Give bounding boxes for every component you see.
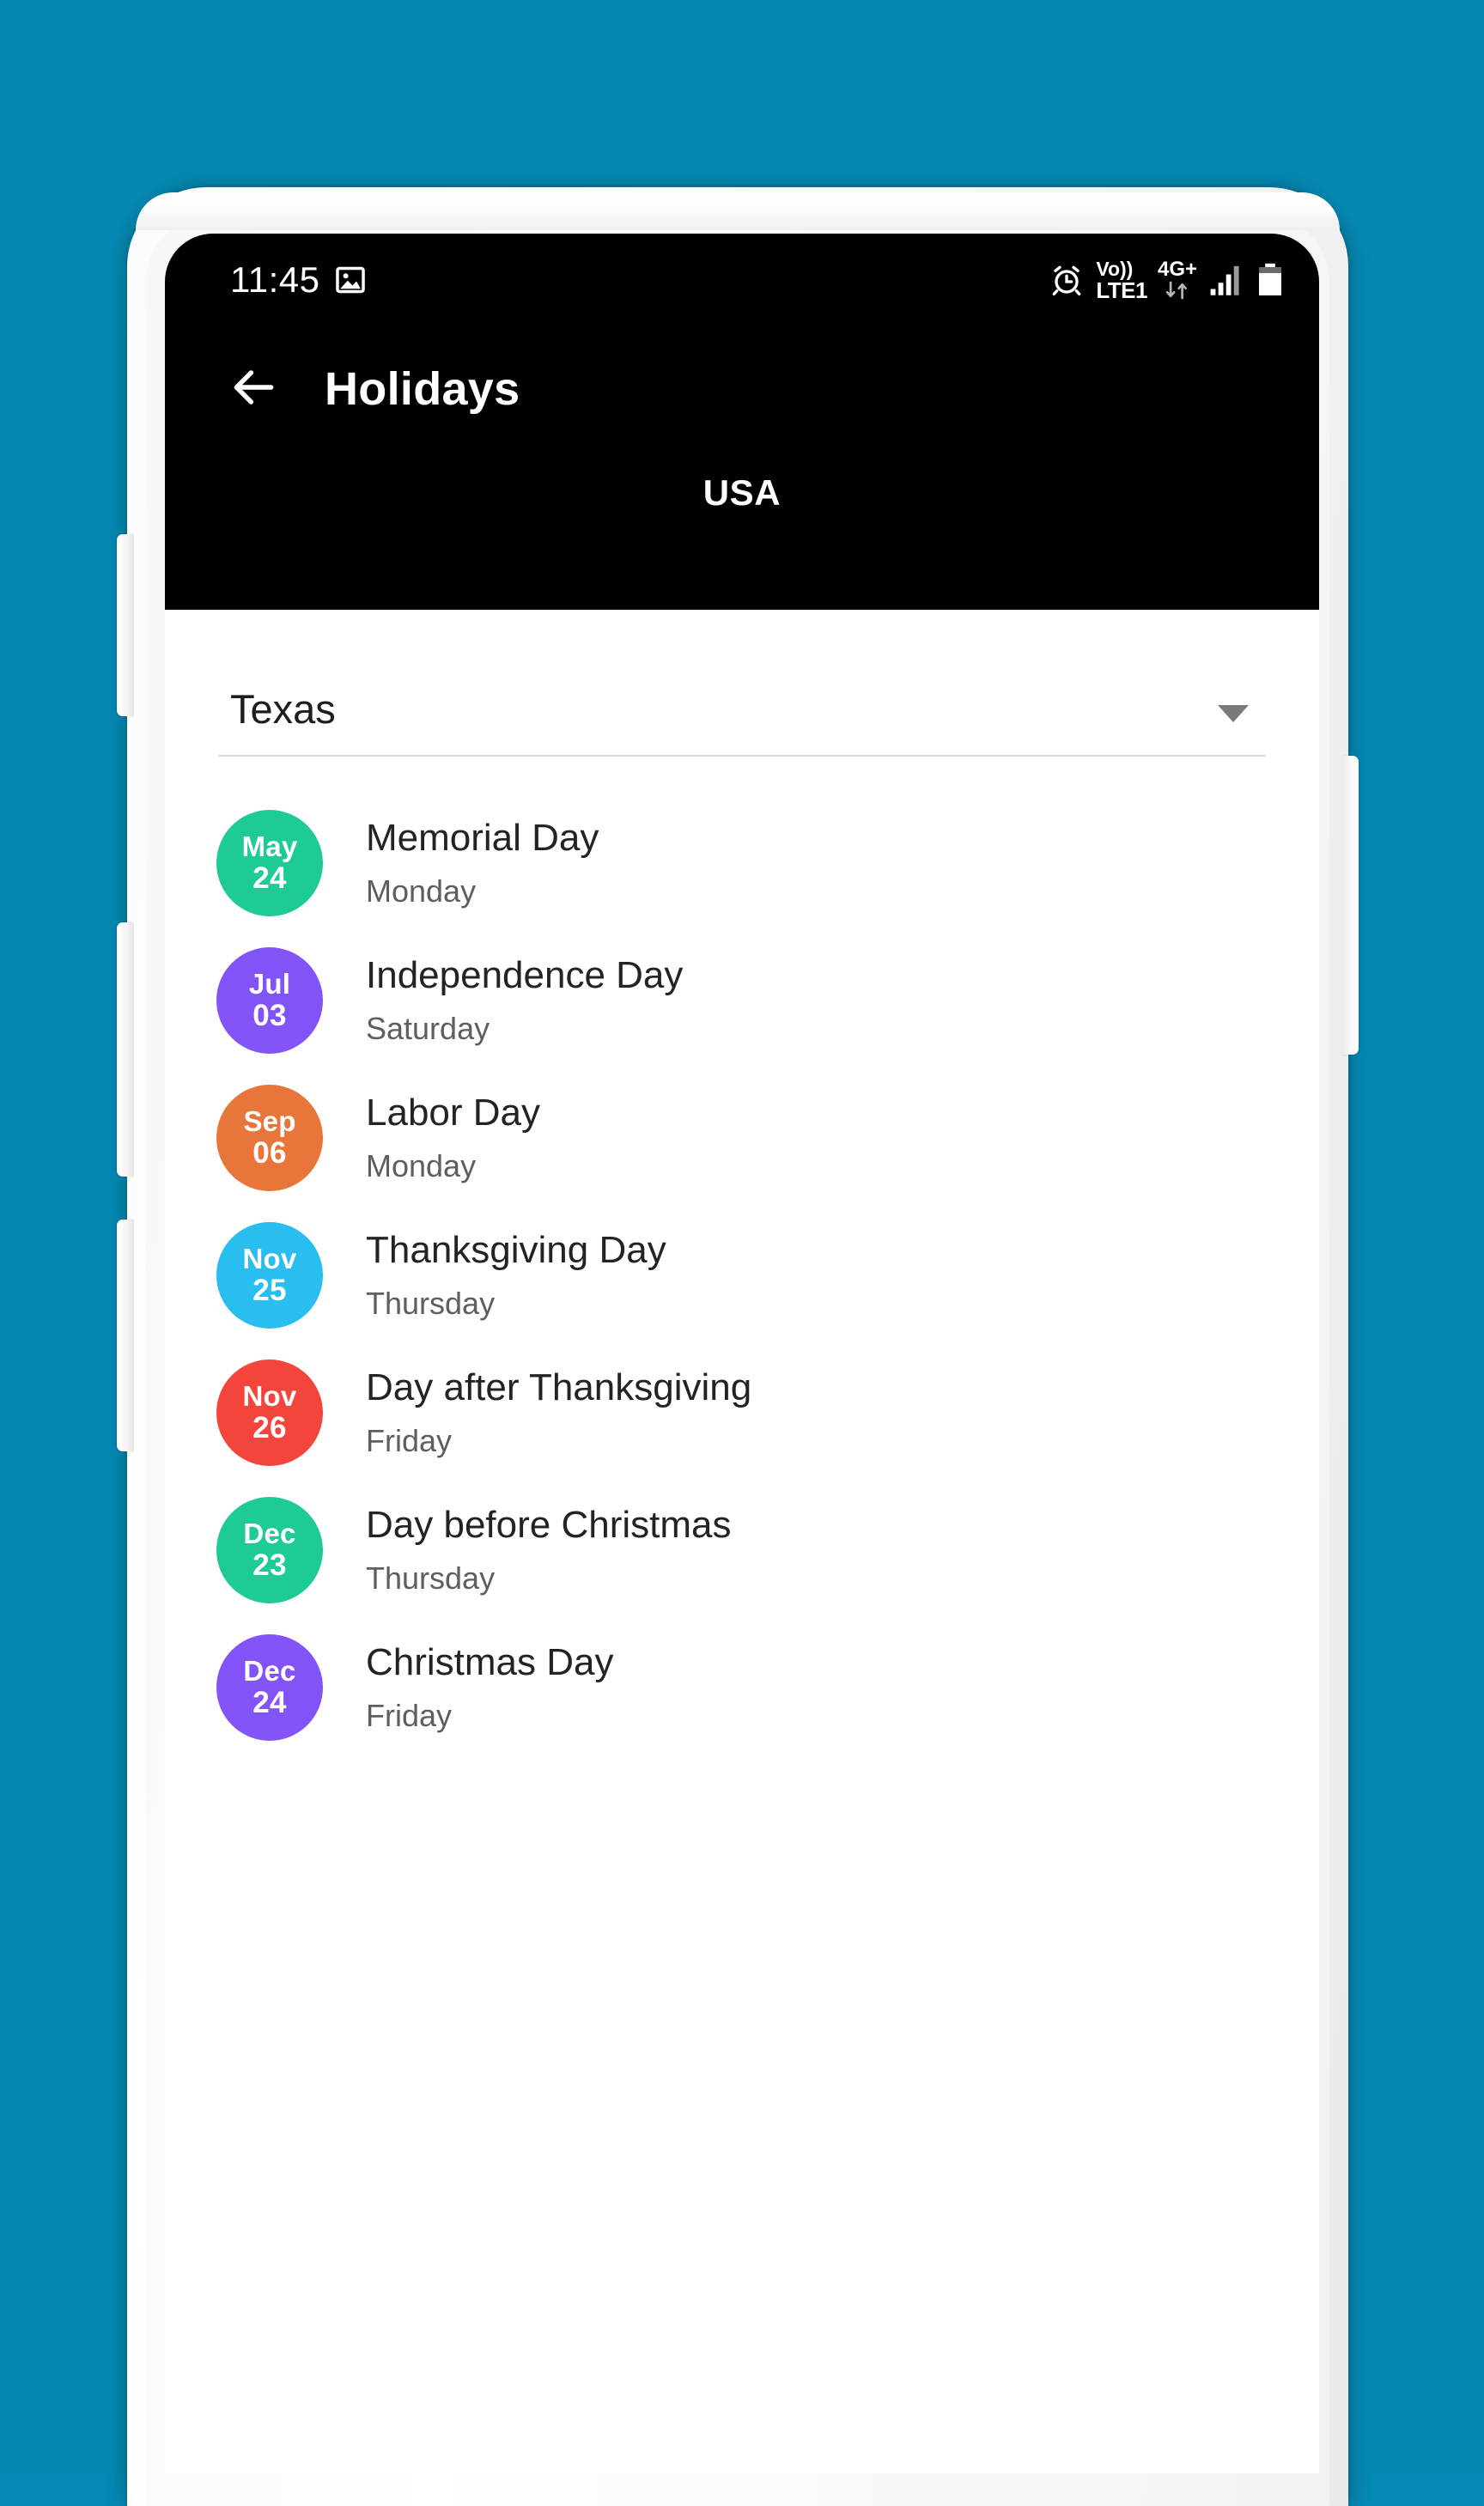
holiday-weekday: Monday	[366, 1148, 477, 1183]
holiday-weekday: Thursday	[366, 1286, 496, 1321]
holiday-text-block: Day after Thanksgiving Friday	[366, 1366, 751, 1459]
list-item[interactable]: May 24 Memorial Day Monday	[165, 794, 1319, 932]
phone-screen: 11:45 Vo)) LTE1 4G+ Holidays USA Texas M…	[165, 234, 1319, 2473]
holiday-name: Day after Thanksgiving	[366, 1366, 752, 1408]
holiday-weekday: Thursday	[366, 1560, 496, 1596]
chevron-down-icon	[1218, 705, 1249, 722]
image-icon	[334, 264, 367, 296]
holiday-name: Christmas Day	[366, 1641, 614, 1683]
date-badge-month: May	[241, 830, 298, 862]
holiday-name: Thanksgiving Day	[366, 1229, 666, 1271]
holiday-text-block: Independence Day Saturday	[366, 954, 683, 1047]
list-item[interactable]: Jul 03 Independence Day Saturday	[165, 932, 1319, 1069]
main-content: Texas May 24 Memorial Day Monday Jul 03 Indepe…	[165, 685, 1319, 2473]
date-badge-month: Nov	[242, 1242, 297, 1274]
state-dropdown-value: Texas	[230, 686, 336, 732]
state-dropdown[interactable]: Texas	[218, 685, 1266, 757]
side-button[interactable]	[117, 1220, 134, 1451]
network-label: 4G+	[1157, 258, 1197, 281]
arrow-left-icon	[227, 361, 280, 418]
date-badge-day: 06	[252, 1135, 287, 1170]
volte-line-1: Vo))	[1096, 257, 1134, 280]
date-badge-month: Nov	[242, 1379, 297, 1412]
holiday-name: Independence Day	[366, 954, 684, 996]
list-item[interactable]: Dec 23 Day before Christmas Thursday	[165, 1481, 1319, 1619]
country-tab-row: USA	[165, 472, 1319, 514]
date-badge: Jul 03	[216, 947, 323, 1054]
data-transfer-icon	[1162, 280, 1193, 301]
holiday-name: Day before Christmas	[366, 1504, 732, 1546]
date-badge: Dec 23	[216, 1497, 323, 1603]
date-badge: Nov 26	[216, 1359, 323, 1466]
list-item[interactable]: Nov 25 Thanksgiving Day Thursday	[165, 1207, 1319, 1344]
tab-usa[interactable]: USA	[703, 472, 781, 514]
volte-icon: Vo)) LTE1	[1096, 259, 1147, 301]
holiday-text-block: Labor Day Monday	[366, 1092, 540, 1184]
date-badge: Dec 24	[216, 1634, 323, 1741]
holiday-name: Memorial Day	[366, 817, 599, 859]
page-title: Holidays	[325, 363, 520, 415]
battery-icon	[1257, 263, 1283, 297]
power-button[interactable]	[1341, 756, 1359, 1055]
date-badge-day: 23	[252, 1548, 287, 1582]
holiday-text-block: Memorial Day Monday	[366, 817, 599, 909]
date-badge-month: Sep	[243, 1104, 296, 1137]
status-bar-left: 11:45	[230, 259, 367, 301]
app-bar: Holidays USA	[165, 326, 1319, 610]
status-clock: 11:45	[230, 259, 320, 300]
date-badge-day: 26	[252, 1410, 287, 1445]
date-badge-day: 25	[252, 1273, 287, 1307]
status-bar-right: Vo)) LTE1 4G+	[1049, 259, 1283, 301]
volte-line-2: LTE1	[1096, 277, 1147, 303]
holiday-weekday: Friday	[366, 1698, 453, 1733]
date-badge: May 24	[216, 810, 323, 916]
date-badge-month: Dec	[243, 1654, 296, 1687]
holiday-text-block: Day before Christmas Thursday	[366, 1504, 731, 1597]
app-bar-top-row: Holidays	[165, 326, 1319, 428]
alarm-icon	[1049, 263, 1084, 297]
date-badge-month: Jul	[248, 967, 291, 1000]
holiday-name: Labor Day	[366, 1092, 541, 1134]
holiday-weekday: Friday	[366, 1423, 453, 1458]
list-item[interactable]: Nov 26 Day after Thanksgiving Friday	[165, 1344, 1319, 1481]
holiday-text-block: Thanksgiving Day Thursday	[366, 1229, 666, 1322]
signal-bars-icon	[1209, 263, 1245, 297]
status-bar: 11:45 Vo)) LTE1 4G+	[165, 234, 1319, 326]
date-badge-day: 24	[252, 861, 287, 895]
date-badge: Nov 25	[216, 1222, 323, 1329]
holiday-list: May 24 Memorial Day Monday Jul 03 Independence…	[165, 794, 1319, 1756]
holiday-text-block: Christmas Day Friday	[366, 1641, 614, 1734]
date-badge: Sep 06	[216, 1085, 323, 1191]
network-4g-plus-icon: 4G+	[1158, 259, 1197, 301]
list-item[interactable]: Sep 06 Labor Day Monday	[165, 1069, 1319, 1207]
date-badge-day: 03	[252, 998, 287, 1032]
list-item[interactable]: Dec 24 Christmas Day Friday	[165, 1619, 1319, 1756]
volume-up-button[interactable]	[117, 534, 134, 716]
back-button[interactable]	[215, 350, 292, 428]
holiday-weekday: Saturday	[366, 1011, 490, 1046]
volume-down-button[interactable]	[117, 922, 134, 1177]
holiday-weekday: Monday	[366, 873, 477, 909]
date-badge-day: 24	[252, 1685, 287, 1719]
date-badge-month: Dec	[243, 1517, 296, 1549]
